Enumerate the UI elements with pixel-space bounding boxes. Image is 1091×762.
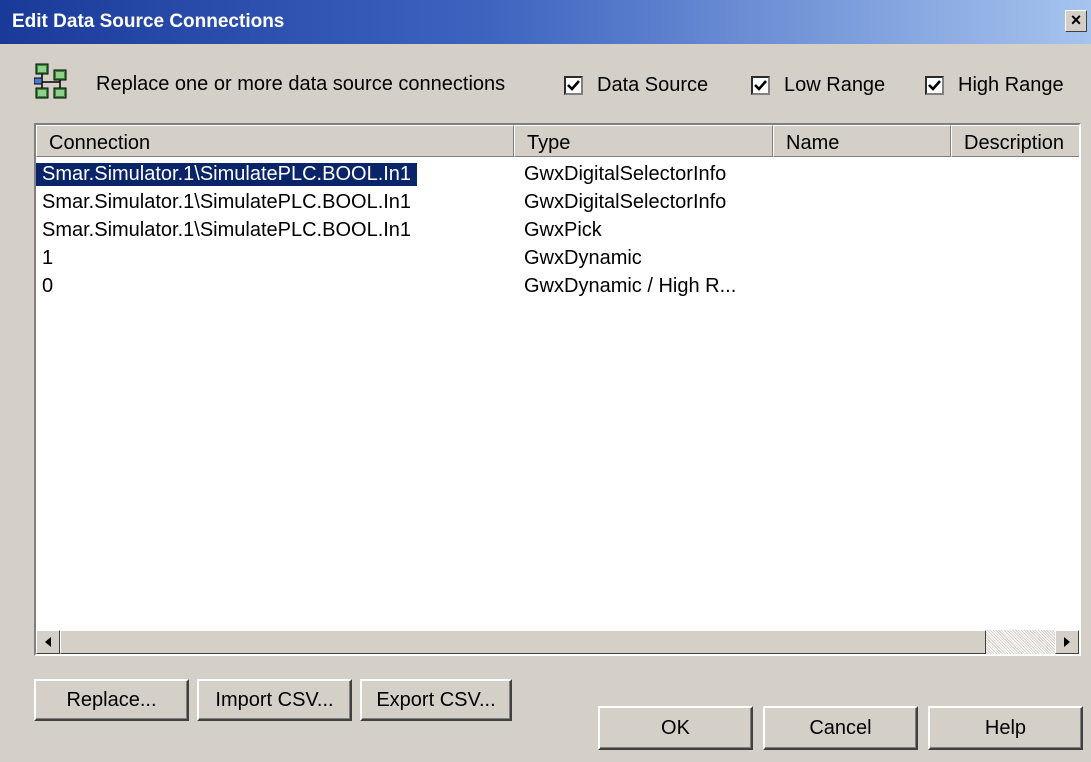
checkmark-icon	[754, 79, 767, 91]
connection-cell: Smar.Simulator.1\SimulatePLC.BOOL.In1	[42, 219, 412, 241]
checkbox-box[interactable]	[751, 75, 770, 95]
connection-cell: Smar.Simulator.1\SimulatePLC.BOOL.In1	[42, 191, 412, 213]
type-cell: GwxPick	[524, 219, 602, 241]
replace-button[interactable]: Replace...	[34, 679, 189, 721]
column-header-name[interactable]: Name	[773, 125, 951, 157]
import-csv-button[interactable]: Import CSV...	[197, 679, 352, 721]
type-cell: GwxDigitalSelectorInfo	[524, 163, 727, 185]
table-row[interactable]: 1 GwxDynamic	[36, 245, 1079, 273]
cancel-button[interactable]: Cancel	[763, 706, 918, 750]
data-source-label: Data Source	[597, 73, 709, 96]
network-connections-icon	[34, 63, 67, 99]
column-header-connection[interactable]: Connection	[36, 125, 514, 157]
column-header-description[interactable]: Description	[951, 125, 1079, 157]
window-title: Edit Data Source Connections	[12, 11, 285, 32]
data-source-checkbox[interactable]: Data Source	[564, 72, 708, 98]
type-cell: GwxDigitalSelectorInfo	[524, 191, 727, 213]
table-row[interactable]: Smar.Simulator.1\SimulatePLC.BOOL.In1 Gw…	[36, 189, 1079, 217]
ok-button[interactable]: OK	[598, 706, 753, 750]
high-range-label: High Range	[958, 73, 1064, 96]
scroll-right-button[interactable]	[1055, 630, 1079, 654]
list-header: Connection Type Name Description	[36, 125, 1079, 157]
table-row[interactable]: Smar.Simulator.1\SimulatePLC.BOOL.In1 Gw…	[36, 161, 1079, 189]
title-bar: Edit Data Source Connections ×	[0, 0, 1091, 44]
checkbox-box[interactable]	[925, 75, 944, 95]
horizontal-scrollbar[interactable]	[36, 630, 1079, 654]
instruction-text: Replace one or more data source connecti…	[96, 73, 506, 95]
close-icon: ×	[1070, 10, 1082, 30]
type-cell: GwxDynamic	[524, 247, 642, 269]
connections-list[interactable]: Connection Type Name Description Smar.Si…	[34, 123, 1081, 656]
table-row[interactable]: Smar.Simulator.1\SimulatePLC.BOOL.In1 Gw…	[36, 217, 1079, 245]
checkbox-box[interactable]	[564, 75, 583, 95]
high-range-checkbox[interactable]: High Range	[925, 72, 1064, 98]
arrow-left-icon	[45, 637, 51, 647]
export-csv-button[interactable]: Export CSV...	[360, 679, 512, 721]
type-cell: GwxDynamic / High R...	[524, 275, 737, 297]
low-range-checkbox[interactable]: Low Range	[751, 72, 885, 98]
help-button[interactable]: Help	[928, 706, 1083, 750]
connection-cell: 1	[42, 247, 54, 269]
checkmark-icon	[928, 79, 941, 91]
low-range-label: Low Range	[784, 73, 886, 96]
connection-cell: Smar.Simulator.1\SimulatePLC.BOOL.In1	[36, 163, 418, 186]
table-row[interactable]: 0 GwxDynamic / High R...	[36, 273, 1079, 301]
close-button[interactable]: ×	[1065, 10, 1087, 32]
scroll-left-button[interactable]	[36, 630, 60, 654]
connection-cell: 0	[42, 275, 54, 297]
arrow-right-icon	[1064, 637, 1070, 647]
scrollbar-thumb[interactable]	[60, 630, 986, 654]
column-header-type[interactable]: Type	[514, 125, 773, 157]
checkmark-icon	[567, 79, 580, 91]
